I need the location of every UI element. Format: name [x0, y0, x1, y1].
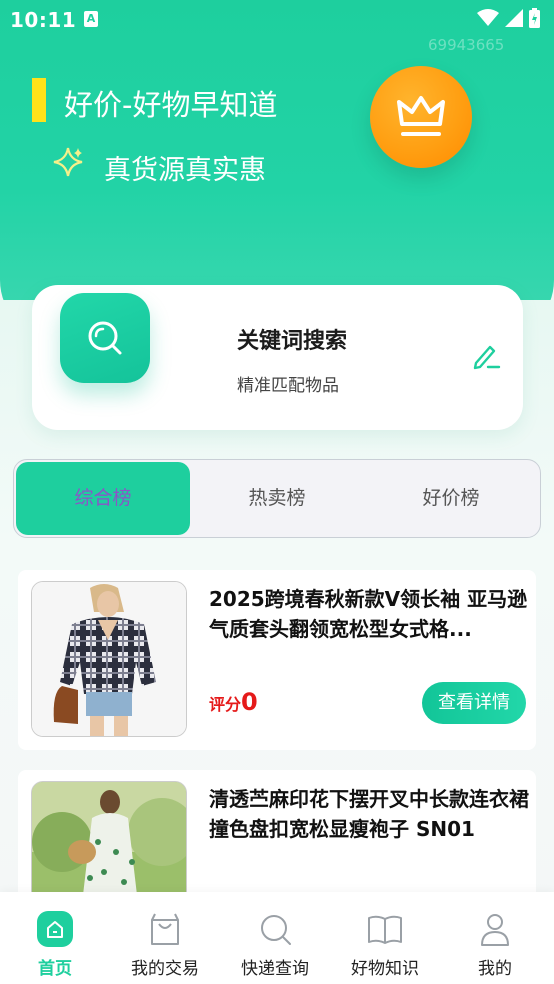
- bag-icon: [151, 913, 179, 945]
- crown-icon: [397, 96, 445, 136]
- search-icon: [88, 321, 122, 355]
- ranking-tabs: 综合榜 热卖榜 好价榜: [13, 459, 541, 538]
- nav-label-knowledge: 好物知识: [351, 959, 419, 979]
- search-icon-tile: [60, 293, 150, 383]
- title-accent-bar: [32, 78, 46, 122]
- watermark-text: 69943665: [428, 36, 505, 54]
- page-subtitle: 真货源真实惠: [104, 155, 266, 186]
- edit-icon[interactable]: [472, 341, 502, 371]
- rating-label: 评分: [209, 695, 242, 714]
- search-card-title: 关键词搜索: [237, 329, 348, 354]
- nav-label-express-query: 快递查询: [241, 959, 309, 979]
- product-title[interactable]: 清透苎麻印花下摆开叉中长款连衣裙撞色盘扣宽松显瘦袍子 SN01: [209, 784, 529, 844]
- nav-transactions[interactable]: 我的交易: [110, 892, 220, 984]
- product-rating: 评分0: [209, 688, 258, 716]
- search-icon: [261, 915, 291, 945]
- status-time: 10:11: [10, 8, 77, 32]
- product-image[interactable]: [31, 581, 187, 737]
- product-title[interactable]: 2025跨境春秋新款V领长袖 亚马逊气质套头翻领宽松型女式格...: [209, 584, 529, 644]
- tab-good-price[interactable]: 好价榜: [364, 462, 538, 535]
- home-icon: [37, 911, 73, 947]
- bottom-navigation: 首页 我的交易 快递查询 好物知识 我的: [0, 892, 554, 984]
- notification-app-icon: A: [84, 11, 98, 27]
- product-card[interactable]: 2025跨境春秋新款V领长袖 亚马逊气质套头翻领宽松型女式格... 评分0 查看…: [18, 570, 536, 750]
- search-card-subtitle: 精准匹配物品: [237, 376, 339, 396]
- wifi-icon: [477, 9, 499, 26]
- signal-icon: [505, 9, 523, 27]
- rating-value: 0: [241, 688, 258, 716]
- battery-icon: [529, 8, 540, 28]
- page-title: 好价-好物早知道: [64, 88, 278, 122]
- nav-label-transactions: 我的交易: [131, 959, 199, 979]
- vip-badge[interactable]: [370, 66, 472, 168]
- nav-knowledge[interactable]: 好物知识: [330, 892, 440, 984]
- person-icon: [481, 914, 509, 946]
- status-bar: 10:11 A: [0, 0, 554, 38]
- view-details-button[interactable]: 查看详情: [422, 682, 526, 724]
- keyword-search-card[interactable]: 关键词搜索 精准匹配物品: [32, 285, 523, 430]
- sparkle-icon: [53, 147, 83, 177]
- book-icon: [368, 915, 402, 944]
- status-indicators: [477, 8, 540, 28]
- nav-profile[interactable]: 我的: [440, 892, 550, 984]
- tab-hot-sales[interactable]: 热卖榜: [190, 462, 364, 535]
- nav-home[interactable]: 首页: [0, 892, 110, 984]
- nav-express-query[interactable]: 快递查询: [220, 892, 330, 984]
- nav-label-home: 首页: [38, 959, 72, 979]
- tab-comprehensive[interactable]: 综合榜: [16, 462, 190, 535]
- nav-label-profile: 我的: [478, 959, 512, 979]
